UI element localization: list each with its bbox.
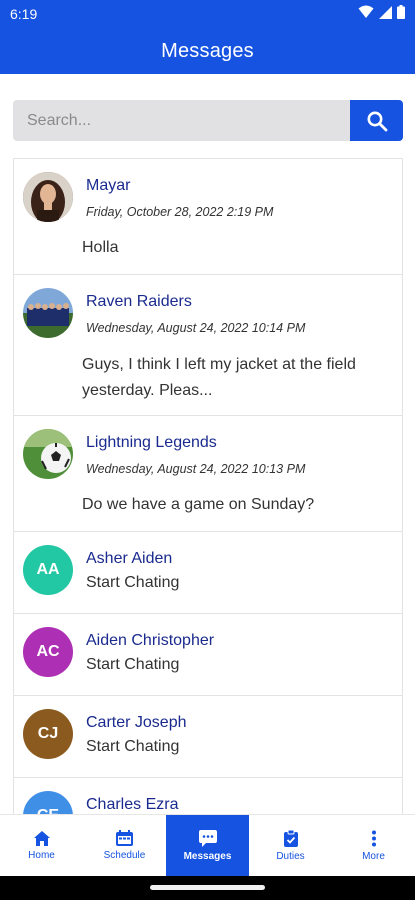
conversation-name: Charles Ezra (86, 796, 179, 813)
status-icons (358, 5, 405, 19)
conversation-list: Mayar Friday, October 28, 2022 2:19 PM H… (13, 158, 403, 814)
conversation-date: Friday, October 28, 2022 2:19 PM (86, 205, 274, 219)
conversation-item[interactable]: CJ Carter Joseph Start Chating (14, 696, 402, 778)
avatar: CJ (23, 709, 73, 759)
avatar: AA (23, 545, 73, 595)
nav-duties[interactable]: Duties (249, 815, 332, 876)
avatar (23, 288, 73, 338)
nav-label: More (362, 850, 385, 862)
conversation-item[interactable]: AC Aiden Christopher Start Chating (14, 614, 402, 696)
conversation-date: Wednesday, August 24, 2022 10:14 PM (86, 321, 306, 335)
page-title: Messages (161, 39, 254, 62)
avatar: CE (23, 791, 73, 814)
conversation-name: Carter Joseph (86, 714, 187, 731)
more-vertical-icon (371, 830, 376, 846)
battery-icon (397, 5, 405, 19)
clipboard-icon (283, 829, 298, 847)
conversation-date: Wednesday, August 24, 2022 10:13 PM (86, 462, 306, 476)
avatar: AC (23, 627, 73, 677)
conversation-item[interactable]: CE Charles Ezra (14, 778, 402, 814)
message-preview: Do we have a game on Sunday? (82, 496, 315, 513)
conversation-subtitle: Start Chating (86, 574, 180, 591)
conversation-name: Raven Raiders (86, 293, 192, 310)
avatar (23, 172, 73, 222)
conversation-item[interactable]: Raven Raiders Wednesday, August 24, 2022… (14, 275, 402, 416)
avatar (23, 429, 73, 479)
chat-icon (198, 829, 217, 847)
conversation-item[interactable]: Lightning Legends Wednesday, August 24, … (14, 416, 402, 532)
wifi-icon (358, 5, 374, 18)
conversation-name: Lightning Legends (86, 434, 217, 451)
conversation-item[interactable]: Mayar Friday, October 28, 2022 2:19 PM H… (14, 159, 402, 275)
conversation-subtitle: Start Chating (86, 656, 180, 673)
app-bar: Messages (0, 28, 415, 74)
conversation-name: Aiden Christopher (86, 632, 215, 649)
nav-label: Duties (276, 850, 305, 862)
search-input[interactable] (13, 100, 350, 141)
search-icon (367, 111, 387, 131)
nav-schedule[interactable]: Schedule (83, 815, 166, 876)
nav-label: Schedule (103, 850, 146, 861)
nav-messages[interactable]: Messages (166, 815, 249, 876)
message-preview: Guys, I think I left my jacket at the fi… (82, 356, 356, 399)
status-time: 6:19 (10, 6, 38, 22)
conversation-item[interactable]: AA Asher Aiden Start Chating (14, 532, 402, 614)
nav-label: Home (28, 849, 55, 861)
calendar-icon (116, 830, 133, 846)
home-gesture-handle[interactable] (150, 885, 265, 890)
bottom-navigation: Home Schedule Messages Duties More (0, 814, 415, 876)
system-navigation-bar (0, 876, 415, 900)
home-icon (33, 830, 50, 846)
nav-home[interactable]: Home (0, 815, 83, 876)
search-button[interactable] (350, 100, 403, 141)
conversation-name: Mayar (86, 177, 131, 194)
signal-icon (379, 5, 392, 19)
nav-label: Messages (183, 850, 232, 862)
status-bar: 6:19 (0, 0, 415, 28)
conversation-name: Asher Aiden (86, 550, 173, 567)
message-preview: Holla (82, 239, 119, 256)
search-bar (13, 100, 403, 141)
nav-more[interactable]: More (332, 815, 415, 876)
conversation-subtitle: Start Chating (86, 738, 180, 755)
